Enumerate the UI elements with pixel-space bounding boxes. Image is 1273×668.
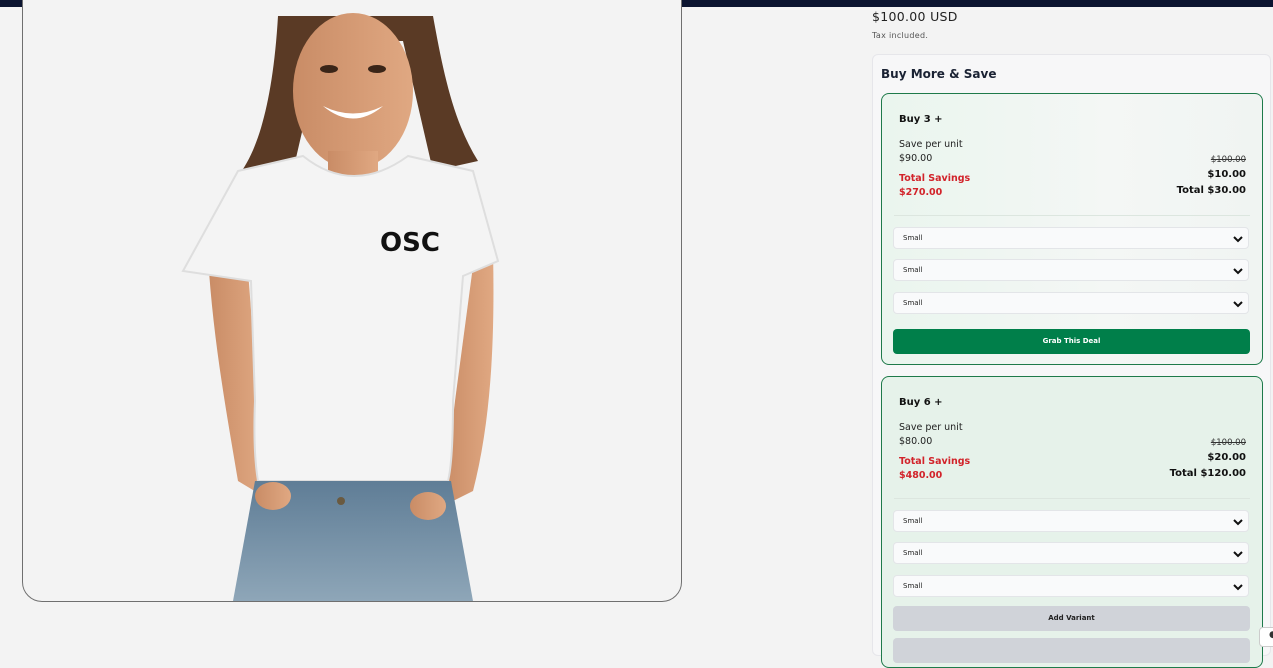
original-price: $100.00 — [1210, 155, 1246, 165]
save-amount: $20.00 — [1207, 452, 1246, 463]
chevron-down-icon — [1233, 519, 1243, 526]
variant-select-2[interactable]: Small — [893, 542, 1249, 564]
save-per-unit-label: Save per unit — [899, 422, 963, 433]
total-price: Total $30.00 — [1176, 185, 1246, 196]
chevron-down-icon — [1233, 236, 1243, 243]
chevron-down-icon — [1233, 301, 1243, 308]
variant-select-value: Small — [903, 266, 923, 274]
variant-select-value: Small — [903, 234, 923, 242]
product-price: $100.00 USD — [872, 9, 958, 24]
grab-this-deal-button[interactable]: Grab This Deal — [893, 329, 1250, 354]
chat-widget-icon[interactable]: ● — [1259, 627, 1273, 647]
unit-price: $90.00 — [899, 153, 933, 164]
offer-card-buy-3[interactable]: Buy 3 + Save per unit $90.00 Total Savin… — [881, 93, 1263, 365]
shirt-logo: OSC — [380, 228, 440, 258]
unit-price: $80.00 — [899, 436, 933, 447]
variant-select-value: Small — [903, 517, 923, 525]
save-per-unit-label: Save per unit — [899, 139, 963, 150]
chevron-down-icon — [1233, 551, 1243, 558]
variant-select-3[interactable]: Small — [893, 575, 1249, 597]
secondary-button[interactable] — [893, 638, 1250, 663]
offer-card-buy-6[interactable]: Buy 6 + Save per unit $80.00 Total Savin… — [881, 376, 1263, 668]
tax-note: Tax included. — [872, 31, 929, 40]
total-savings-label: Total Savings — [899, 456, 971, 467]
total-savings-value: $480.00 — [899, 470, 943, 481]
save-amount: $10.00 — [1207, 169, 1246, 180]
chevron-down-icon — [1233, 268, 1243, 275]
chevron-down-icon — [1233, 584, 1243, 591]
offer-name: Buy 3 + — [899, 114, 943, 125]
product-image[interactable]: OSC — [22, 0, 682, 602]
variant-select-value: Small — [903, 582, 923, 590]
variant-select-1[interactable]: Small — [893, 510, 1249, 532]
variant-select-3[interactable]: Small — [893, 292, 1249, 314]
total-savings-value: $270.00 — [899, 187, 943, 198]
total-price: Total $120.00 — [1169, 468, 1246, 479]
promo-title: Buy More & Save — [881, 67, 997, 81]
offer-name: Buy 6 + — [899, 397, 943, 408]
add-variant-button[interactable]: Add Variant — [893, 606, 1250, 631]
variant-select-2[interactable]: Small — [893, 259, 1249, 281]
original-price: $100.00 — [1210, 438, 1246, 448]
divider — [894, 215, 1250, 216]
divider — [894, 498, 1250, 499]
variant-select-value: Small — [903, 549, 923, 557]
buy-more-save-panel: Buy More & Save Buy 3 + Save per unit $9… — [872, 54, 1271, 668]
variant-select-1[interactable]: Small — [893, 227, 1249, 249]
total-savings-label: Total Savings — [899, 173, 971, 184]
variant-select-value: Small — [903, 299, 923, 307]
